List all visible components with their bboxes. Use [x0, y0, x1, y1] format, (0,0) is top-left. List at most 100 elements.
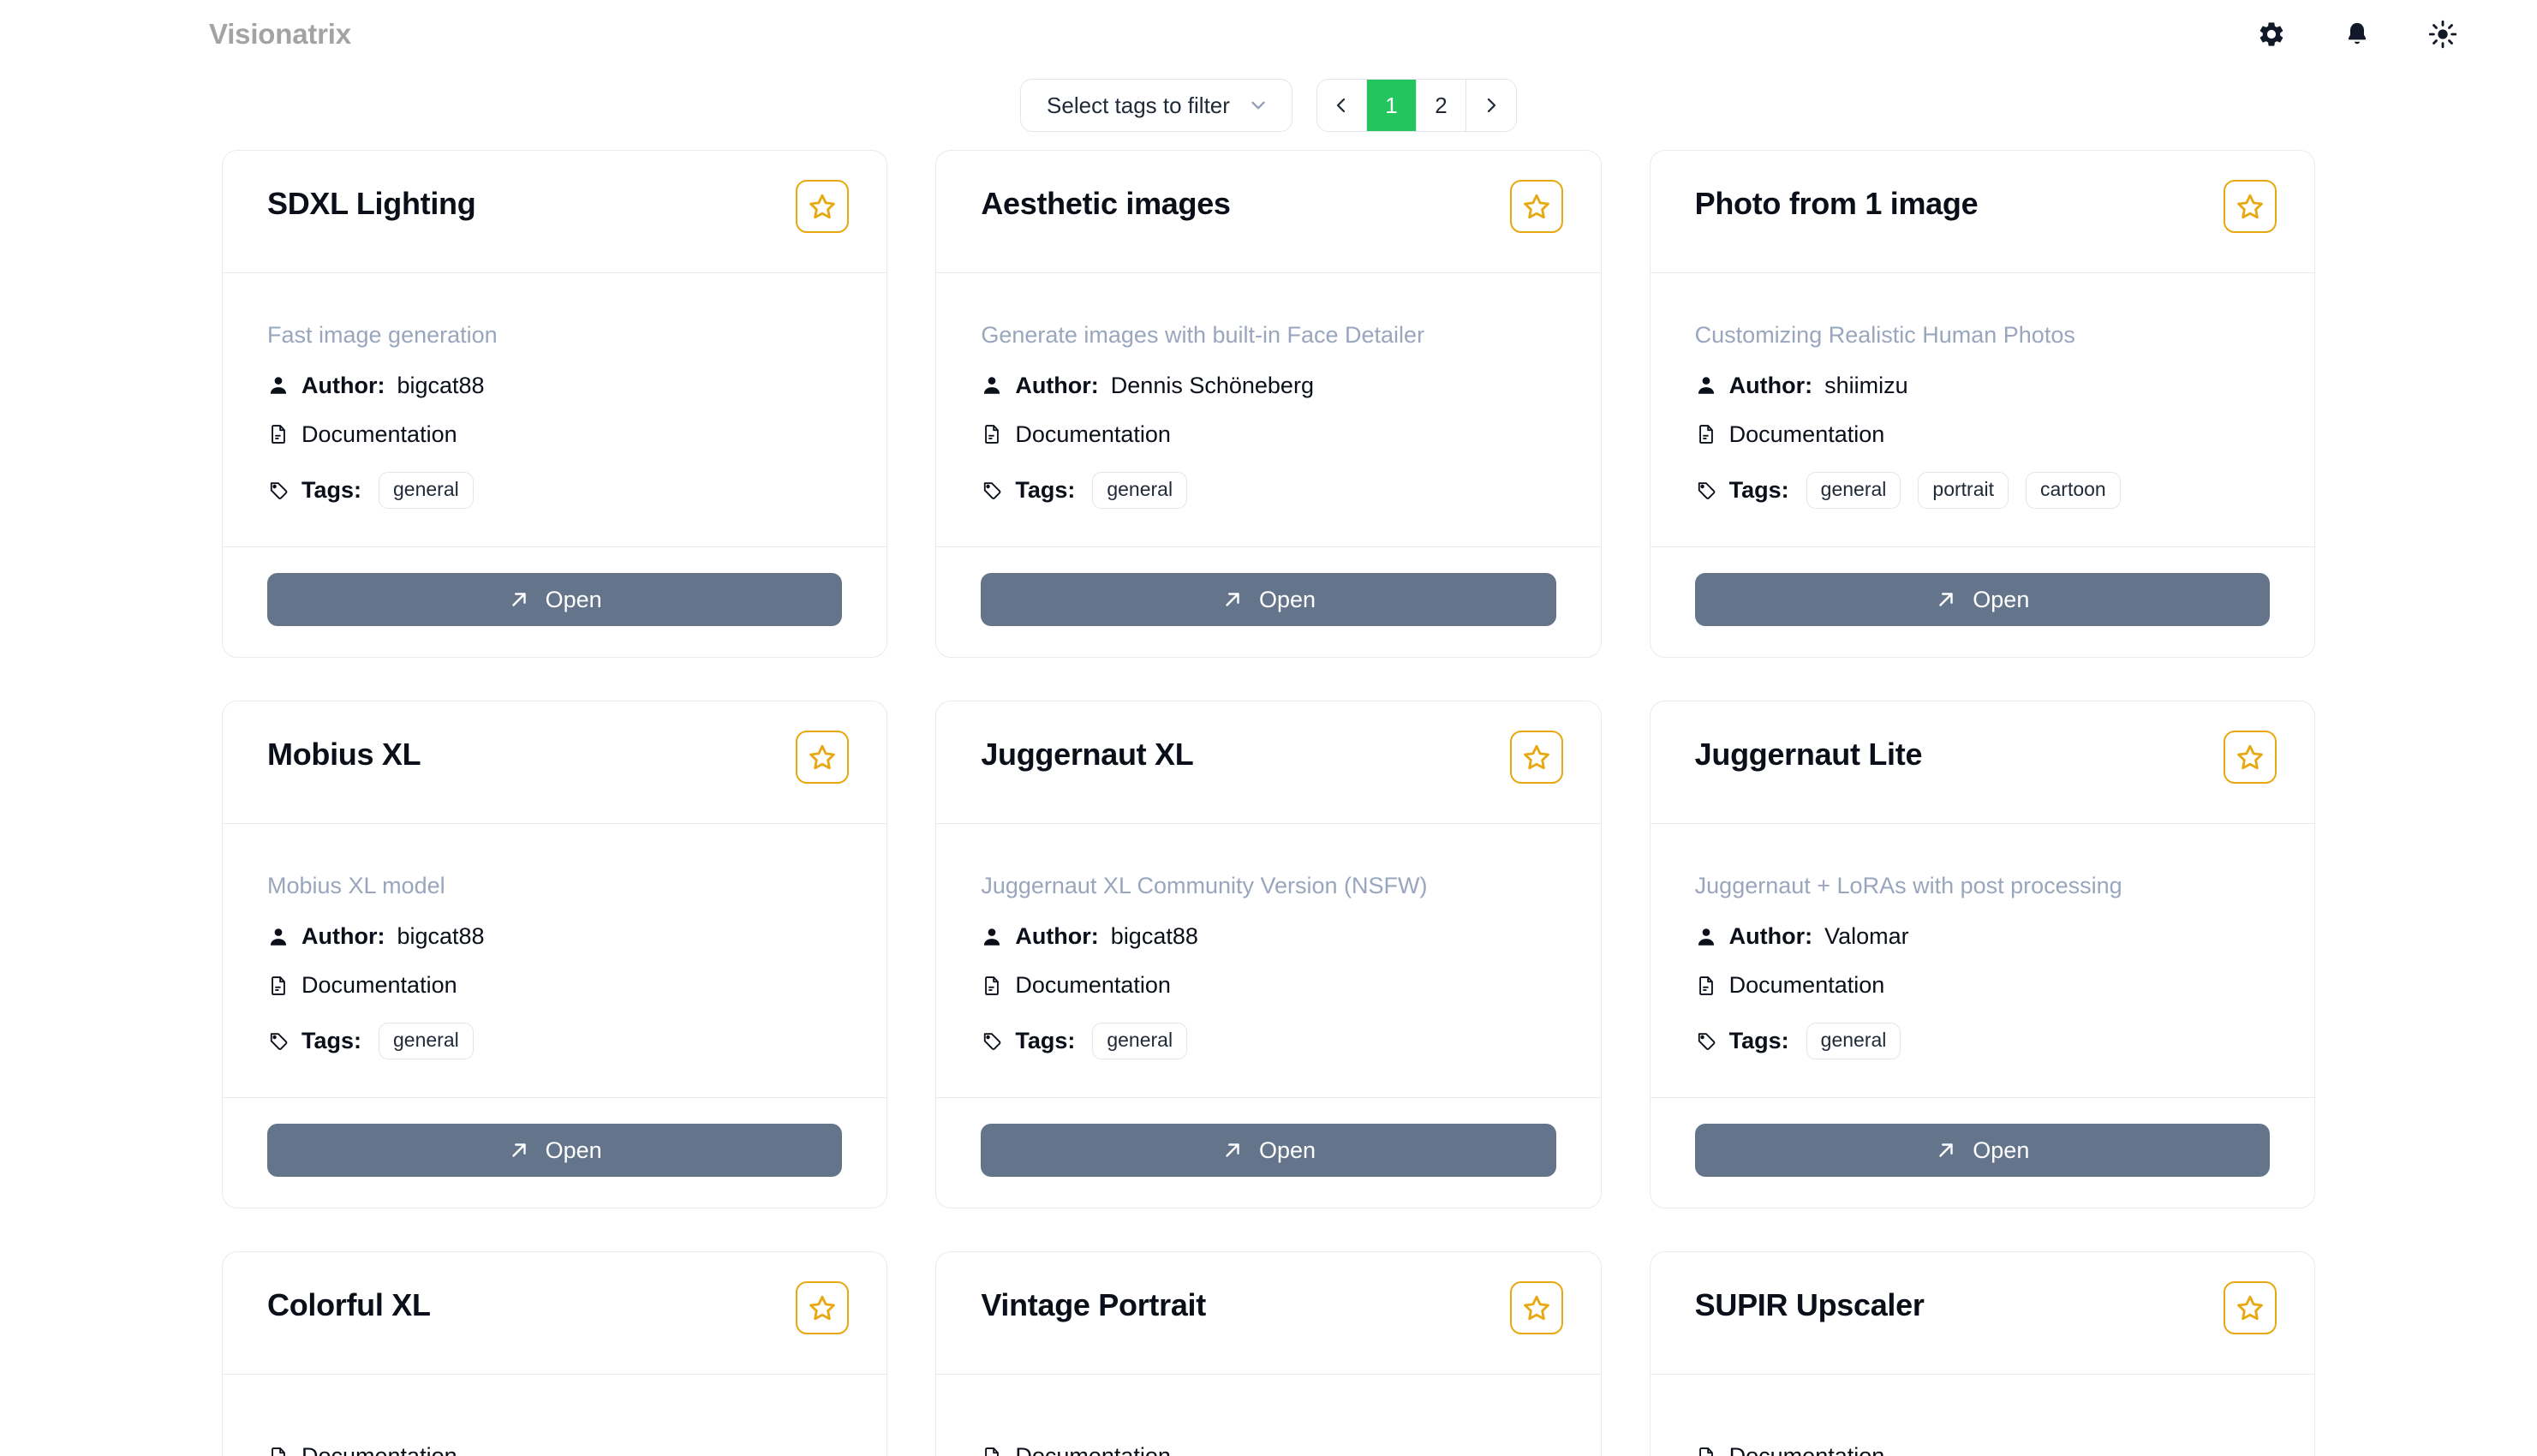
- favorite-star-button[interactable]: [1509, 1281, 1563, 1335]
- bell-icon: [2343, 20, 2371, 49]
- chevron-right-icon: [1481, 95, 1501, 116]
- open-button[interactable]: Open: [1694, 1124, 2270, 1178]
- card-documentation-link[interactable]: Documentation: [981, 420, 1555, 450]
- arrow-up-right-icon: [508, 588, 530, 611]
- person-icon: [1695, 926, 1717, 948]
- tag-pill[interactable]: general: [1092, 1023, 1188, 1060]
- card-documentation-link[interactable]: Documentation: [267, 970, 842, 1000]
- card-description: Mobius XL model: [267, 873, 445, 899]
- card-body: Mobius XL model Author: bigcat88 Documen…: [223, 824, 887, 1099]
- card-header: SUPIR Upscaler: [1650, 1252, 2314, 1375]
- card-author-row: Author: Valomar: [1695, 922, 2270, 952]
- card-tags-row: Tags: general: [1695, 1023, 2270, 1060]
- card-documentation-link[interactable]: Documentation: [267, 1441, 842, 1456]
- top-bar: Visionatrix: [0, 0, 2537, 69]
- author-value: Dennis Schöneberg: [1110, 372, 1314, 398]
- star-icon: [1522, 743, 1551, 772]
- star-icon: [1522, 192, 1551, 221]
- favorite-star-button[interactable]: [1509, 180, 1563, 233]
- author-label: Author:: [301, 922, 385, 949]
- pagination-page-1[interactable]: 1: [1366, 80, 1417, 131]
- open-button[interactable]: Open: [267, 1124, 843, 1178]
- workflow-card: SDXL Lighting Fast image generation Auth…: [222, 150, 888, 659]
- tags-label: Tags:: [1015, 1028, 1076, 1054]
- card-tags-row: Tags: general portrait cartoon: [1695, 471, 2270, 510]
- tag-pill[interactable]: general: [1092, 471, 1188, 510]
- card-documentation-link[interactable]: Documentation: [1695, 970, 2270, 1000]
- favorite-star-button[interactable]: [2223, 1281, 2277, 1335]
- tag-icon: [981, 480, 1003, 502]
- document-icon: [267, 423, 290, 445]
- card-footer: Open: [1651, 547, 2314, 657]
- card-documentation-link[interactable]: Documentation: [981, 1441, 1555, 1456]
- tag-pill[interactable]: general: [379, 1023, 474, 1060]
- tags-label: Tags:: [301, 1028, 362, 1054]
- card-description: Juggernaut + LoRAs with post processing: [1694, 873, 2122, 899]
- favorite-star-button[interactable]: [1509, 731, 1563, 785]
- card-footer: Open: [936, 547, 1600, 657]
- author-label: Author:: [1728, 922, 1813, 949]
- sun-icon: [2428, 20, 2457, 49]
- card-documentation-link[interactable]: Documentation: [981, 970, 1555, 1000]
- tags-label: Tags:: [1728, 477, 1789, 504]
- favorite-star-button[interactable]: [796, 731, 850, 785]
- pagination: 1 2: [1316, 79, 1517, 132]
- favorite-star-button[interactable]: [796, 1281, 850, 1335]
- star-icon: [2236, 1293, 2265, 1322]
- open-button[interactable]: Open: [981, 573, 1556, 627]
- author-value: bigcat88: [397, 922, 485, 949]
- open-button[interactable]: Open: [267, 573, 843, 627]
- card-footer: Open: [1651, 1098, 2314, 1208]
- top-bar-actions: [2253, 15, 2489, 53]
- documentation-label: Documentation: [1728, 421, 1885, 447]
- gear-icon: [2257, 20, 2286, 49]
- favorite-star-button[interactable]: [2223, 180, 2277, 233]
- favorite-star-button[interactable]: [796, 180, 850, 233]
- author-label: Author:: [1728, 372, 1813, 398]
- pagination-prev-button[interactable]: [1316, 80, 1367, 131]
- author-label: Author:: [1015, 372, 1099, 398]
- star-icon: [1522, 1293, 1551, 1322]
- card-title: Mobius XL: [267, 737, 421, 773]
- document-icon: [981, 975, 1003, 997]
- card-author-row: Author: bigcat88: [267, 371, 842, 401]
- card-documentation-link[interactable]: Documentation: [267, 420, 842, 450]
- pagination-next-button[interactable]: [1465, 80, 1516, 131]
- open-button-label: Open: [1973, 586, 2030, 612]
- card-tags-row: Tags: general: [981, 471, 1555, 510]
- tags-label: Tags:: [301, 477, 362, 504]
- open-button[interactable]: Open: [1694, 573, 2270, 627]
- workflow-card: Juggernaut Lite Juggernaut + LoRAs with …: [1649, 701, 2315, 1209]
- card-tags-row: Tags: general: [267, 471, 842, 510]
- tag-pill[interactable]: cartoon: [2026, 471, 2121, 510]
- theme-toggle-button[interactable]: [2424, 15, 2462, 53]
- card-header: Colorful XL: [223, 1252, 887, 1375]
- card-title: Juggernaut Lite: [1694, 737, 1923, 773]
- card-tags-row: Tags: general: [981, 1023, 1555, 1060]
- settings-button[interactable]: [2253, 15, 2290, 53]
- notifications-button[interactable]: [2338, 15, 2376, 53]
- open-button-label: Open: [1258, 586, 1316, 612]
- author-label: Author:: [1015, 922, 1099, 949]
- document-icon: [1695, 1446, 1717, 1456]
- card-title: Photo from 1 image: [1694, 186, 1979, 221]
- tag-filter-select[interactable]: Select tags to filter: [1020, 79, 1292, 132]
- star-icon: [808, 192, 837, 221]
- card-documentation-link[interactable]: Documentation: [1695, 1441, 2270, 1456]
- card-body: Customizing Realistic Human Photos Autho…: [1650, 273, 2314, 548]
- card-tags-row: Tags: general: [267, 1023, 842, 1060]
- open-button[interactable]: Open: [981, 1124, 1556, 1178]
- favorite-star-button[interactable]: [2223, 731, 2277, 785]
- workflow-card-grid: SDXL Lighting Fast image generation Auth…: [222, 142, 2315, 1456]
- workflow-card: Juggernaut XL Juggernaut XL Community Ve…: [935, 701, 1602, 1209]
- tag-pill[interactable]: general: [1806, 471, 1901, 510]
- document-icon: [981, 1446, 1003, 1456]
- tag-pill[interactable]: portrait: [1918, 471, 2009, 510]
- arrow-up-right-icon: [1935, 1139, 1957, 1161]
- pagination-page-2[interactable]: 2: [1416, 80, 1466, 131]
- card-header: Aesthetic images: [936, 151, 1601, 273]
- tag-pill[interactable]: general: [1806, 1023, 1901, 1060]
- card-documentation-link[interactable]: Documentation: [1695, 420, 2270, 450]
- card-body: Generate images with built-in Face Detai…: [936, 273, 1601, 548]
- tag-pill[interactable]: general: [379, 471, 474, 510]
